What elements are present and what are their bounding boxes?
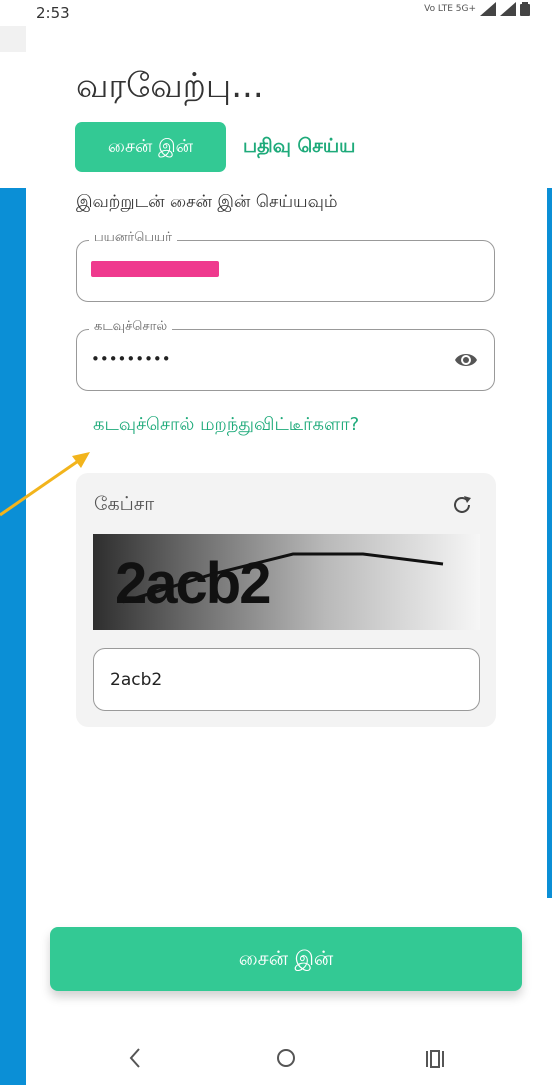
- username-label: பயனர்பெயர்: [89, 230, 177, 246]
- forgot-password-link[interactable]: கடவுச்சொல் மறந்துவிட்டீர்களா?: [93, 414, 359, 437]
- recent-apps-icon[interactable]: [425, 1049, 445, 1069]
- password-field[interactable]: கடவுச்சொல் •••••••••: [76, 319, 495, 391]
- username-field[interactable]: பயனர்பெயர்: [76, 230, 495, 302]
- signin-submit-button[interactable]: சைன் இன்: [50, 927, 522, 991]
- network-label: Vo LTE 5G+: [424, 4, 476, 14]
- captcha-title: கேப்சா: [94, 493, 155, 515]
- page-title: வரவேற்பு...: [76, 66, 264, 106]
- back-icon[interactable]: [125, 1045, 145, 1071]
- redaction-mark: [91, 261, 219, 277]
- side-panel-right: [547, 188, 552, 898]
- captcha-image: 2acb2: [93, 534, 480, 630]
- captcha-input[interactable]: [93, 648, 480, 711]
- home-icon[interactable]: [276, 1048, 296, 1068]
- signin-subtitle: இவற்றுடன் சைன் இன் செய்யவும்: [76, 192, 338, 212]
- status-bar: 2:53 Vo LTE 5G+: [0, 0, 552, 36]
- signal-icon: [480, 2, 496, 16]
- background-strip: [0, 26, 26, 52]
- password-label: கடவுச்சொல்: [89, 319, 173, 335]
- status-time: 2:53: [36, 4, 70, 22]
- tab-register[interactable]: பதிவு செய்ய: [243, 135, 355, 160]
- captcha-noise-line: [122, 552, 444, 604]
- tab-signin[interactable]: சைன் இன்: [75, 122, 226, 172]
- status-icons: Vo LTE 5G+: [424, 2, 530, 16]
- password-value: •••••••••: [91, 350, 171, 368]
- battery-icon: [520, 2, 530, 16]
- eye-icon[interactable]: [454, 350, 478, 370]
- side-panel-left: [0, 188, 26, 1085]
- refresh-icon[interactable]: [450, 493, 474, 517]
- captcha-card: கேப்சா 2acb2: [76, 473, 496, 727]
- signal-r-icon: [500, 2, 516, 16]
